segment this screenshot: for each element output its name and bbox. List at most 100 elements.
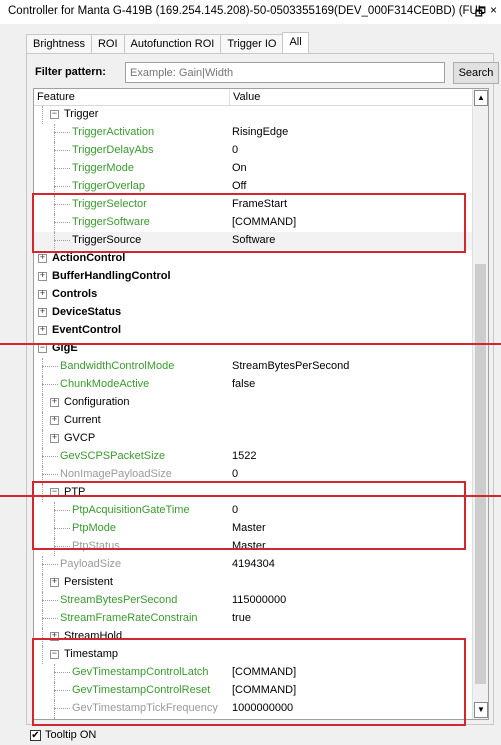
feature-row[interactable]: − PTP xyxy=(34,484,474,502)
feature-row[interactable]: TriggerActivation RisingEdge xyxy=(34,124,474,142)
feature-name: TriggerSource xyxy=(72,234,142,246)
tree-connector xyxy=(54,160,55,178)
feature-value[interactable]: [COMMAND] xyxy=(232,664,472,681)
feature-row[interactable]: PtpStatus Master xyxy=(34,538,474,556)
collapse-icon[interactable]: − xyxy=(50,110,59,119)
feature-value[interactable]: RisingEdge xyxy=(232,124,472,141)
expand-icon[interactable]: + xyxy=(50,632,59,641)
tree-connector xyxy=(54,240,70,241)
expand-icon[interactable]: + xyxy=(38,326,47,335)
expand-icon[interactable]: + xyxy=(38,308,47,317)
feature-row[interactable]: BandwidthControlMode StreamBytesPerSecond xyxy=(34,358,474,376)
expand-icon[interactable]: + xyxy=(50,434,59,443)
feature-value[interactable]: Master xyxy=(232,520,472,537)
feature-row[interactable]: + ActionControl xyxy=(34,250,474,268)
search-button[interactable]: Search xyxy=(453,62,499,84)
expand-icon[interactable]: + xyxy=(50,398,59,407)
feature-row[interactable]: TriggerSource Software xyxy=(34,232,474,250)
feature-value[interactable]: [COMMAND] xyxy=(232,682,472,699)
scroll-down-icon[interactable]: ▼ xyxy=(474,702,488,718)
feature-cell: GevTimestampValue xyxy=(34,718,230,719)
expand-icon[interactable]: + xyxy=(50,578,59,587)
feature-cell: + DeviceStatus xyxy=(34,304,230,322)
feature-row[interactable]: PayloadSize 4194304 xyxy=(34,556,474,574)
scroll-thumb[interactable] xyxy=(475,264,486,684)
tree-connector xyxy=(42,456,58,457)
tree-connector xyxy=(42,564,58,565)
tooltip-label: Tooltip ON xyxy=(45,729,97,741)
feature-row[interactable]: GevTimestampControlLatch [COMMAND] xyxy=(34,664,474,682)
feature-value[interactable]: StreamBytesPerSecond xyxy=(232,358,472,375)
feature-row[interactable]: TriggerSelector FrameStart xyxy=(34,196,474,214)
feature-value[interactable]: true xyxy=(232,610,472,627)
feature-row[interactable]: + GVCP xyxy=(34,430,474,448)
feature-row[interactable]: + Configuration xyxy=(34,394,474,412)
feature-value[interactable]: 1522 xyxy=(232,448,472,465)
column-header-value[interactable]: Value xyxy=(230,89,474,106)
feature-value[interactable]: Off xyxy=(232,178,472,195)
feature-row[interactable]: + BufferHandlingControl xyxy=(34,268,474,286)
tree-connector xyxy=(42,574,43,592)
feature-row[interactable]: + StreamHold xyxy=(34,628,474,646)
feature-value[interactable]: On xyxy=(232,160,472,177)
grid-header: Feature Value xyxy=(34,89,474,106)
feature-value[interactable]: 0 xyxy=(232,466,472,483)
feature-row[interactable]: TriggerDelayAbs 0 xyxy=(34,142,474,160)
tooltip-toggle[interactable]: ✔ Tooltip ON xyxy=(30,727,96,743)
feature-value[interactable]: Master xyxy=(232,538,472,555)
feature-row[interactable]: TriggerSoftware [COMMAND] xyxy=(34,214,474,232)
feature-row[interactable]: StreamBytesPerSecond 115000000 xyxy=(34,592,474,610)
feature-name: PtpStatus xyxy=(72,540,120,552)
feature-row[interactable]: TriggerOverlap Off xyxy=(34,178,474,196)
feature-value[interactable]: 4194304 xyxy=(232,556,472,573)
feature-row[interactable]: + DeviceStatus xyxy=(34,304,474,322)
feature-value[interactable]: false xyxy=(232,376,472,393)
column-header-feature[interactable]: Feature xyxy=(34,89,230,106)
close-icon[interactable]: × xyxy=(490,3,497,24)
collapse-icon[interactable]: − xyxy=(50,650,59,659)
tab-roi[interactable]: ROI xyxy=(90,34,125,54)
feature-row[interactable]: GevTimestampTickFrequency 1000000000 xyxy=(34,700,474,718)
tab-trigger-io[interactable]: Trigger IO xyxy=(220,34,284,54)
feature-value[interactable]: 0 xyxy=(232,142,472,159)
feature-value[interactable]: FrameStart xyxy=(232,196,472,213)
tree-connector xyxy=(54,214,55,232)
feature-row[interactable]: GevTimestampControlReset [COMMAND] xyxy=(34,682,474,700)
collapse-icon[interactable]: − xyxy=(38,344,47,353)
feature-row[interactable]: ChunkModeActive false xyxy=(34,376,474,394)
feature-cell: + EventControl xyxy=(34,322,230,340)
feature-row[interactable]: + Controls xyxy=(34,286,474,304)
expand-icon[interactable]: + xyxy=(38,272,47,281)
feature-name: PTP xyxy=(64,486,86,498)
filter-input[interactable] xyxy=(125,62,445,83)
feature-cell: TriggerActivation xyxy=(34,124,230,142)
feature-value[interactable]: 0 xyxy=(232,502,472,519)
expand-icon[interactable]: + xyxy=(50,416,59,425)
feature-value[interactable]: 0 xyxy=(232,718,472,719)
feature-row[interactable]: NonImagePayloadSize 0 xyxy=(34,466,474,484)
feature-row[interactable]: PtpMode Master xyxy=(34,520,474,538)
feature-value[interactable]: [COMMAND] xyxy=(232,214,472,231)
feature-row[interactable]: − Timestamp xyxy=(34,646,474,664)
tab-autofunction-roi[interactable]: Autofunction ROI xyxy=(123,34,222,54)
tab-brightness[interactable]: Brightness xyxy=(26,34,92,54)
feature-row[interactable]: TriggerMode On xyxy=(34,160,474,178)
feature-row[interactable]: + Persistent xyxy=(34,574,474,592)
tab-all[interactable]: All xyxy=(282,32,309,54)
restore-icon[interactable]: 🗗 xyxy=(475,3,486,24)
expand-icon[interactable]: + xyxy=(38,254,47,263)
tooltip-checkbox[interactable]: ✔ xyxy=(30,729,41,741)
feature-row[interactable]: StreamFrameRateConstrain true xyxy=(34,610,474,628)
scroll-up-icon[interactable]: ▲ xyxy=(474,90,488,106)
feature-row[interactable]: PtpAcquisitionGateTime 0 xyxy=(34,502,474,520)
feature-row[interactable]: + EventControl xyxy=(34,322,474,340)
vertical-scrollbar[interactable]: ▲ ▼ xyxy=(472,89,488,719)
feature-value[interactable]: 115000000 xyxy=(232,592,472,609)
feature-row[interactable]: GevSCPSPacketSize 1522 xyxy=(34,448,474,466)
feature-value[interactable]: 1000000000 xyxy=(232,700,472,717)
expand-icon[interactable]: + xyxy=(38,290,47,299)
feature-row[interactable]: + Current xyxy=(34,412,474,430)
feature-row[interactable]: GevTimestampValue 0 xyxy=(34,718,474,719)
feature-row[interactable]: − Trigger xyxy=(34,106,474,124)
feature-value[interactable]: Software xyxy=(232,232,472,249)
